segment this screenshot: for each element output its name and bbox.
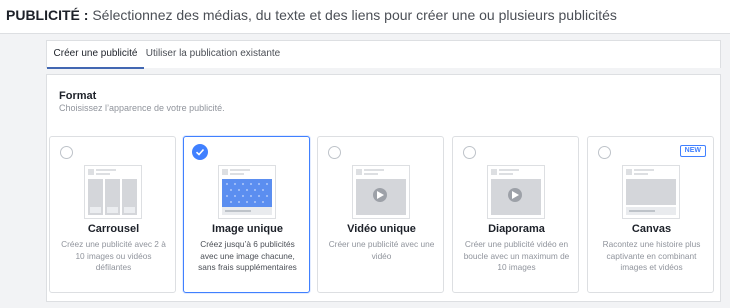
format-subtitle: Choisissez l’apparence de votre publicit…: [59, 103, 225, 113]
format-card-single-image[interactable]: Image unique Créez jusqu’à 6 publicités …: [183, 136, 310, 293]
card-title: Canvas: [631, 223, 672, 235]
card-description: Créez une publicité avec 2 à 10 images o…: [61, 239, 166, 272]
card-description: Créer une publicité avec une vidéo: [328, 239, 435, 261]
single-image-preview-icon: [218, 165, 276, 219]
card-title: Diaporama: [488, 223, 545, 235]
new-badge: NEW: [679, 145, 706, 157]
header-text: PUBLICITÉ : Sélectionnez des médias, du …: [6, 7, 617, 23]
card-description: Créer une publicité vidéo en boucle avec…: [463, 239, 570, 272]
radio-button[interactable]: [328, 146, 341, 159]
tab-create-ad[interactable]: Créer une publicité: [47, 41, 144, 69]
card-description: Créez jusqu’à 6 publicités avec une imag…: [198, 239, 297, 272]
format-panel: Format Choisissez l’apparence de votre p…: [46, 74, 721, 302]
header-title: PUBLICITÉ :: [6, 7, 89, 23]
slideshow-preview-icon: [487, 165, 545, 219]
tab-bar: Créer une publicité Utiliser la publicat…: [46, 40, 721, 69]
format-card-canvas[interactable]: NEW Canvas Racontez une histoire plus ca…: [587, 136, 714, 293]
canvas-preview-icon: [622, 165, 680, 219]
format-card-carousel[interactable]: Carrousel Créez une publicité avec 2 à 1…: [49, 136, 176, 293]
header-subtitle: Sélectionnez des médias, du texte et des…: [92, 7, 617, 23]
play-icon: [508, 188, 522, 202]
carousel-preview-icon: [84, 165, 142, 219]
check-icon[interactable]: [192, 144, 208, 160]
radio-button[interactable]: [463, 146, 476, 159]
video-preview-icon: [352, 165, 410, 219]
card-title: Image unique: [212, 223, 283, 235]
page-header: PUBLICITÉ : Sélectionnez des médias, du …: [0, 0, 730, 34]
radio-button[interactable]: [60, 146, 73, 159]
format-title: Format: [59, 90, 97, 102]
play-icon: [373, 188, 387, 202]
tab-use-existing-post[interactable]: Utiliser la publication existante: [144, 41, 282, 69]
format-card-slideshow[interactable]: Diaporama Créer une publicité vidéo en b…: [452, 136, 579, 293]
card-description: Racontez une histoire plus captivante en…: [602, 239, 701, 272]
format-card-single-video[interactable]: Vidéo unique Créer une publicité avec un…: [317, 136, 444, 293]
radio-button[interactable]: [598, 146, 611, 159]
card-title: Vidéo unique: [347, 223, 416, 235]
card-title: Carrousel: [87, 223, 140, 235]
